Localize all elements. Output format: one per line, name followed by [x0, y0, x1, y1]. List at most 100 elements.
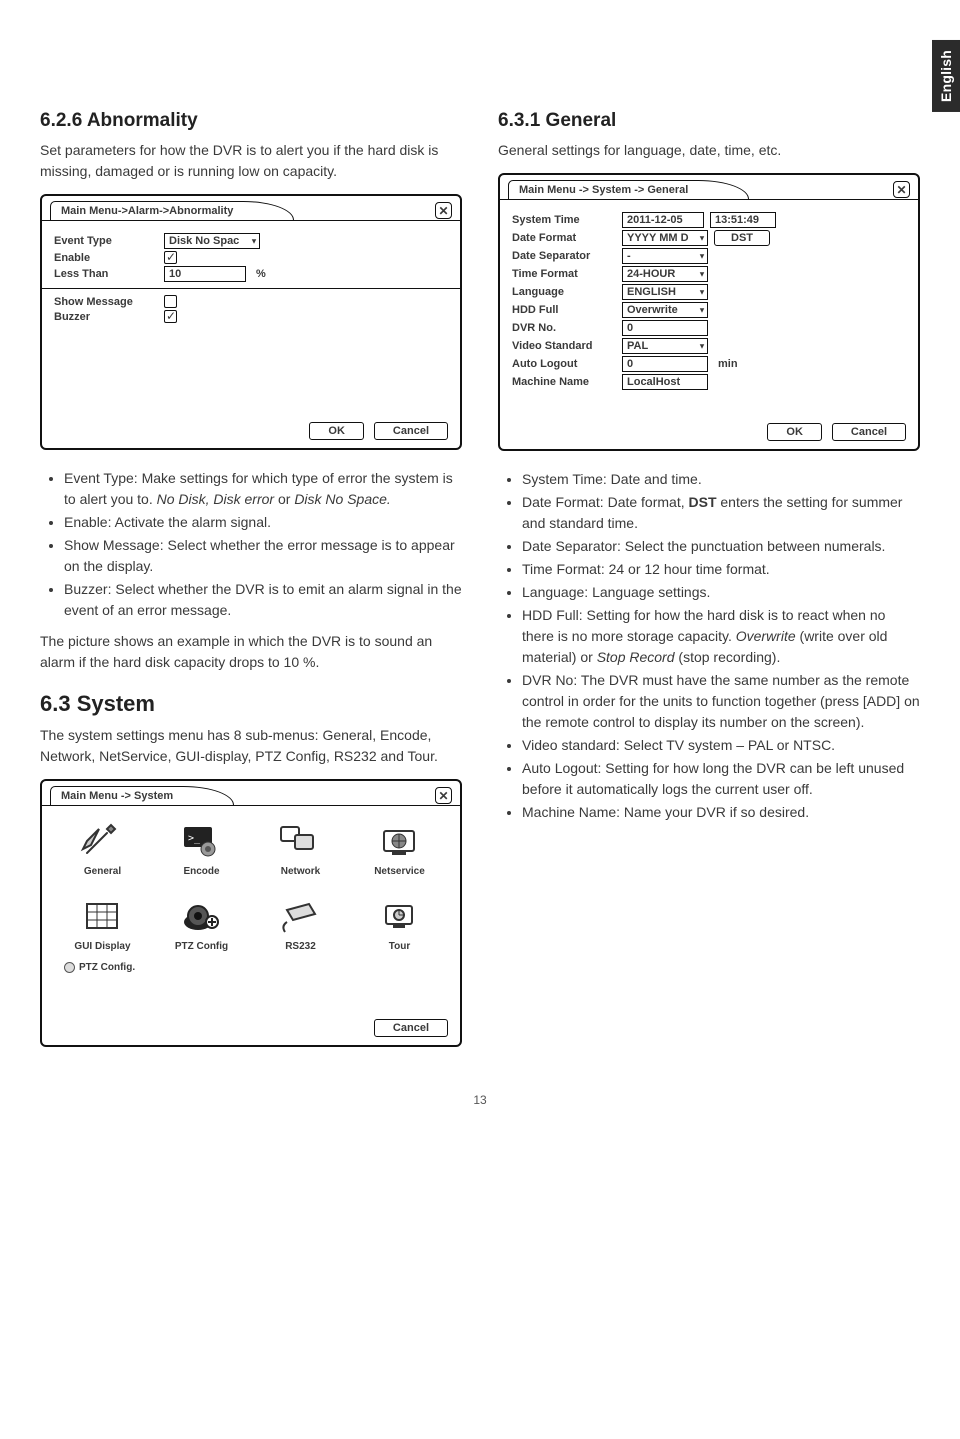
time-format-select[interactable]: 24-HOUR▾	[622, 266, 708, 282]
icon-label: Tour	[389, 941, 410, 952]
status-tip: PTZ Config.	[54, 956, 448, 973]
close-button[interactable]: ✕	[435, 202, 452, 219]
close-button[interactable]: ✕	[893, 181, 910, 198]
cancel-button[interactable]: Cancel	[374, 1019, 448, 1037]
page-number: 13	[0, 1093, 960, 1107]
para-abnormality: Set parameters for how the DVR is to ale…	[40, 140, 462, 182]
status-tip-text: PTZ Config.	[79, 962, 135, 973]
icon-label: RS232	[285, 941, 316, 952]
dvr-no-label: DVR No.	[512, 322, 616, 334]
chevron-down-icon: ▾	[252, 237, 256, 246]
bullet: Machine Name: Name your DVR if so desire…	[522, 802, 920, 823]
para-system: The system settings menu has 8 sub-menus…	[40, 725, 462, 767]
cancel-button[interactable]: Cancel	[832, 423, 906, 441]
ok-button[interactable]: OK	[309, 422, 364, 440]
date-separator-select[interactable]: -▾	[622, 248, 708, 264]
machine-name-label: Machine Name	[512, 376, 616, 388]
show-message-checkbox[interactable]	[164, 295, 177, 308]
divider	[42, 288, 460, 289]
buzzer-checkbox[interactable]	[164, 310, 177, 323]
icon-network[interactable]: Network	[260, 820, 341, 877]
bullet: DVR No: The DVR must have the same numbe…	[522, 670, 920, 733]
language-select-label: Language	[512, 286, 616, 298]
auto-logout-unit: min	[714, 358, 738, 370]
dvr-no-input[interactable]: 0	[622, 320, 708, 336]
bullet: Auto Logout: Setting for how long the DV…	[522, 758, 920, 800]
event-type-label: Event Type	[54, 235, 158, 247]
icon-general[interactable]: General	[62, 820, 143, 877]
chevron-down-icon: ▾	[700, 306, 704, 315]
bullet: Date Separator: Select the punctuation b…	[522, 536, 920, 557]
icon-label: PTZ Config	[175, 941, 228, 952]
video-standard-label: Video Standard	[512, 340, 616, 352]
less-than-value: 10	[169, 268, 181, 280]
icon-ptz-config[interactable]: PTZ Config	[161, 895, 242, 952]
chevron-down-icon: ▾	[700, 342, 704, 351]
buzzer-label: Buzzer	[54, 311, 158, 323]
hdd-full-label: HDD Full	[512, 304, 616, 316]
auto-logout-input[interactable]: 0	[622, 356, 708, 372]
bullet: HDD Full: Setting for how the hard disk …	[522, 605, 920, 668]
date-separator-label: Date Separator	[512, 250, 616, 262]
window-abnormality-title: Main Menu->Alarm->Abnormality	[50, 201, 294, 220]
system-time-date-input[interactable]: 2011-12-05	[622, 212, 704, 228]
less-than-label: Less Than	[54, 268, 158, 280]
icon-tour[interactable]: Tour	[359, 895, 440, 952]
icon-encode[interactable]: >_ Encode	[161, 820, 242, 877]
date-format-select[interactable]: YYYY MM D▾	[622, 230, 708, 246]
general-bullets: System Time: Date and time. Date Format:…	[498, 469, 920, 823]
heading-general: 6.3.1 General	[498, 110, 920, 132]
icon-label: GUI Display	[74, 941, 130, 952]
chevron-down-icon: ▾	[700, 270, 704, 279]
bullet: Video standard: Select TV system – PAL o…	[522, 735, 920, 756]
para-general: General settings for language, date, tim…	[498, 140, 920, 161]
cancel-button[interactable]: Cancel	[374, 422, 448, 440]
window-general: Main Menu -> System -> General ✕ System …	[498, 173, 920, 451]
system-time-label: System Time	[512, 214, 616, 226]
enable-checkbox[interactable]	[164, 251, 177, 264]
ok-button[interactable]: OK	[767, 423, 822, 441]
window-general-title: Main Menu -> System -> General	[508, 180, 749, 199]
bullet: Time Format: 24 or 12 hour time format.	[522, 559, 920, 580]
less-than-input[interactable]: 10	[164, 266, 246, 282]
icon-label: Encode	[183, 866, 219, 877]
close-button[interactable]: ✕	[435, 787, 452, 804]
bullet: System Time: Date and time.	[522, 469, 920, 490]
date-format-label: Date Format	[512, 232, 616, 244]
time-format-label: Time Format	[512, 268, 616, 280]
icon-netservice[interactable]: Netservice	[359, 820, 440, 877]
icon-label: Network	[281, 866, 320, 877]
bullet: Event Type: Make settings for which type…	[64, 468, 462, 510]
icon-rs232[interactable]: RS232	[260, 895, 341, 952]
dst-button[interactable]: DST	[714, 230, 770, 246]
less-than-unit: %	[252, 268, 266, 280]
window-abnormality: Main Menu->Alarm->Abnormality ✕ Event Ty…	[40, 194, 462, 450]
window-system: Main Menu -> System ✕ General >_ Encode	[40, 779, 462, 1047]
icon-gui-display[interactable]: GUI Display	[62, 895, 143, 952]
icon-label: General	[84, 866, 121, 877]
chevron-down-icon: ▾	[700, 288, 704, 297]
event-type-select[interactable]: Disk No Spac ▾	[164, 233, 260, 249]
video-standard-select[interactable]: PAL▾	[622, 338, 708, 354]
machine-name-input[interactable]: LocalHost	[622, 374, 708, 390]
hdd-full-select[interactable]: Overwrite▾	[622, 302, 708, 318]
bullet: Enable: Activate the alarm signal.	[64, 512, 462, 533]
system-time-time-input[interactable]: 13:51:49	[710, 212, 776, 228]
language-select[interactable]: ENGLISH▾	[622, 284, 708, 300]
abnormality-bullets: Event Type: Make settings for which type…	[40, 468, 462, 621]
heading-abnormality: 6.2.6 Abnormality	[40, 110, 462, 132]
auto-logout-label: Auto Logout	[512, 358, 616, 370]
para-example: The picture shows an example in which th…	[40, 631, 462, 673]
show-message-label: Show Message	[54, 296, 158, 308]
svg-text:>_: >_	[188, 833, 201, 844]
info-icon	[64, 962, 75, 973]
window-system-title: Main Menu -> System	[50, 786, 234, 805]
language-tab: English	[932, 40, 960, 112]
heading-system: 6.3 System	[40, 691, 462, 717]
chevron-down-icon: ▾	[700, 234, 704, 243]
bullet: Show Message: Select whether the error m…	[64, 535, 462, 577]
enable-label: Enable	[54, 252, 158, 264]
bullet: Buzzer: Select whether the DVR is to emi…	[64, 579, 462, 621]
bullet: Date Format: Date format, DST enters the…	[522, 492, 920, 534]
chevron-down-icon: ▾	[700, 252, 704, 261]
